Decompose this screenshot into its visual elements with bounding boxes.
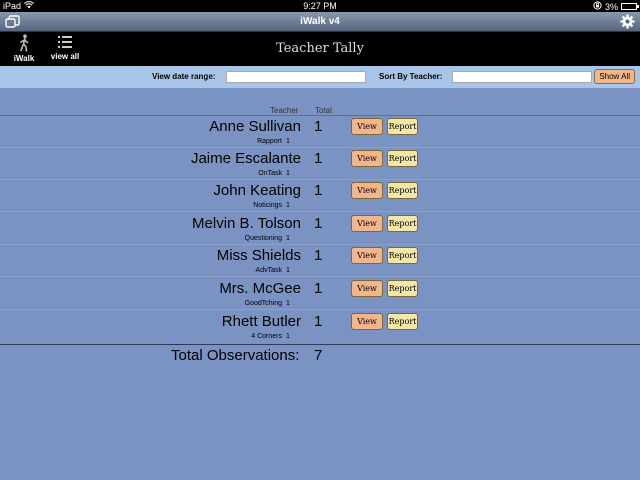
teacher-total: 1 [314, 118, 323, 135]
category-count: 1 [286, 235, 290, 242]
teacher-name: Jaime Escalante [190, 150, 301, 167]
report-button[interactable]: Report [387, 247, 418, 264]
view-button[interactable]: View [351, 150, 383, 167]
row-divider [0, 309, 640, 310]
category-count: 1 [286, 202, 290, 209]
report-button[interactable]: Report [387, 182, 418, 199]
row-divider [0, 211, 640, 212]
category-label: 4 Corners [251, 333, 282, 340]
report-button[interactable]: Report [387, 118, 418, 135]
category-label: OnTask [258, 170, 282, 177]
battery-icon [621, 3, 639, 10]
teacher-name: Miss Shields [216, 247, 301, 264]
category-count: 1 [286, 300, 290, 307]
report-button[interactable]: Report [387, 215, 418, 232]
date-range-input[interactable] [226, 71, 366, 83]
view-button[interactable]: View [351, 182, 383, 199]
teacher-name: John Keating [213, 182, 301, 199]
page-title: Teacher Tally [276, 41, 364, 56]
battery-percent: 3% [604, 1, 618, 12]
category-count: 1 [286, 333, 290, 340]
total-observations-label: Total Observations: [171, 347, 300, 364]
category-label: Noticings [253, 202, 282, 209]
sort-teacher-input[interactable] [452, 71, 592, 83]
table-row: Jaime Escalante 1 View Report OnTask 1 [0, 148, 640, 180]
title-bar: iWalk v4 [0, 12, 640, 32]
status-bar: iPad 9:27 PM 3% [0, 0, 640, 12]
teacher-total: 1 [314, 215, 323, 232]
view-button[interactable]: View [351, 280, 383, 297]
teacher-total: 1 [314, 280, 323, 297]
category-label: GoodTching [244, 300, 282, 307]
total-observations-value: 7 [314, 347, 323, 364]
column-header-teacher: Teacher [270, 106, 299, 115]
totals-divider [0, 344, 640, 345]
teacher-name: Anne Sullivan [209, 118, 301, 135]
clock: 9:27 PM [303, 1, 337, 11]
table-row: Mrs. McGee 1 View Report GoodTching 1 [0, 278, 640, 310]
row-divider [0, 276, 640, 277]
teacher-total: 1 [314, 313, 323, 330]
category-count: 1 [286, 267, 290, 274]
category-count: 1 [286, 170, 290, 177]
view-button[interactable]: View [351, 313, 383, 330]
report-button[interactable]: Report [387, 150, 418, 167]
teacher-total: 1 [314, 150, 323, 167]
column-header-total: Total [315, 106, 332, 115]
teacher-total: 1 [314, 182, 323, 199]
view-button[interactable]: View [351, 118, 383, 135]
rotation-lock-icon [593, 1, 602, 12]
category-label: Questioning [244, 235, 282, 242]
teacher-name: Rhett Butler [221, 313, 301, 330]
category-count: 1 [286, 138, 290, 145]
teacher-name: Mrs. McGee [219, 280, 301, 297]
table-row: Anne Sullivan 1 View Report Rapport 1 [0, 116, 640, 148]
filter-bar: View date range: Sort By Teacher: Show A… [0, 66, 640, 88]
view-button[interactable]: View [351, 247, 383, 264]
teacher-total: 1 [314, 247, 323, 264]
gear-icon[interactable] [620, 14, 635, 29]
date-range-label: View date range: [152, 72, 216, 81]
report-button[interactable]: Report [387, 313, 418, 330]
table-row: Miss Shields 1 View Report AdvTask 1 [0, 245, 640, 277]
show-all-button[interactable]: Show All [594, 69, 635, 84]
category-label: AdvTask [255, 267, 282, 274]
app-title: iWalk v4 [300, 16, 340, 27]
table-row: Melvin B. Tolson 1 View Report Questioni… [0, 213, 640, 245]
sort-teacher-label: Sort By Teacher: [379, 72, 443, 81]
category-label: Rapport [257, 138, 282, 145]
teacher-name: Melvin B. Tolson [192, 215, 301, 232]
toolbar: iWalk view all Teacher Tally [0, 32, 640, 66]
report-button[interactable]: Report [387, 280, 418, 297]
view-button[interactable]: View [351, 215, 383, 232]
table-row: John Keating 1 View Report Noticings 1 [0, 180, 640, 212]
table-row: Rhett Butler 1 View Report 4 Corners 1 [0, 311, 640, 343]
